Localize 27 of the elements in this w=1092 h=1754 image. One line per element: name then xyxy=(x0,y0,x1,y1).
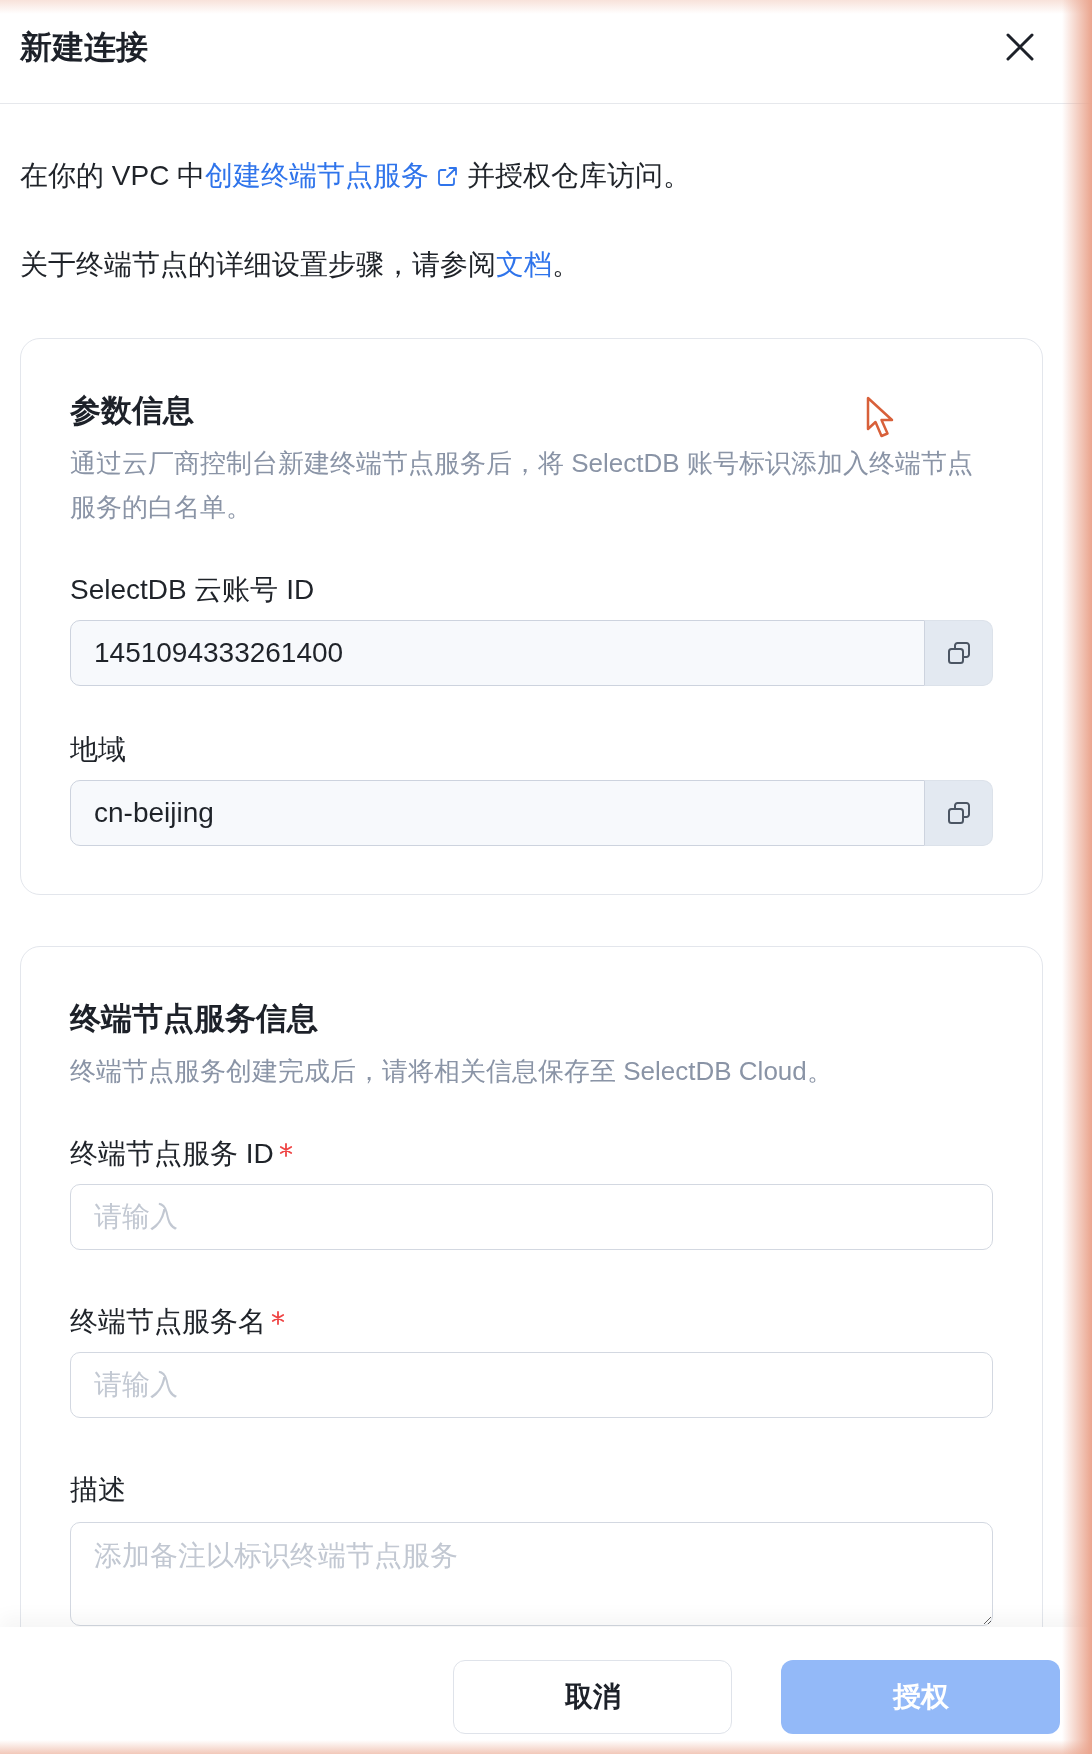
copy-button[interactable] xyxy=(925,780,993,846)
section-description: 通过云厂商控制台新建终端节点服务后，将 SelectDB 账号标识添加入终端节点服务的白名单。 xyxy=(70,447,974,524)
close-icon xyxy=(1005,32,1035,62)
copy-button[interactable] xyxy=(925,620,993,686)
inline-link[interactable]: 创建终端节点服务 xyxy=(205,154,459,198)
readonly-field[interactable]: cn-beijing xyxy=(70,780,925,846)
field-label: 描述 xyxy=(70,1473,126,1507)
intro-text: 在你的 VPC 中创建终端节点服务 并授权仓库访问。 xyxy=(20,154,1043,198)
section-description: 终端节点服务创建完成后，请将相关信息保存至 SelectDB Cloud。 xyxy=(70,1055,834,1088)
copy-icon xyxy=(947,642,970,664)
readonly-field[interactable]: 1451094333261400 xyxy=(70,620,925,686)
inline-link[interactable]: 文档 xyxy=(496,243,552,287)
description-field[interactable]: 添加备注以标识终端节点服务 xyxy=(70,1522,993,1626)
field-label: 终端节点服务 ID xyxy=(70,1137,274,1171)
text-input-field[interactable]: 请输入 xyxy=(70,1184,993,1250)
mouse-pointer-icon xyxy=(866,396,896,438)
field-label: 地域 xyxy=(70,733,126,767)
copy-icon xyxy=(947,802,970,824)
intro-text: 关于终端节点的详细设置步骤，请参阅文档。 xyxy=(20,243,1043,287)
field-label: SelectDB 云账号 ID xyxy=(70,573,315,607)
close-button[interactable] xyxy=(1005,32,1035,62)
field-label: 终端节点服务名 xyxy=(70,1305,266,1339)
text-input-field[interactable]: 请输入 xyxy=(70,1352,993,1418)
dialog-title: 新建连接 xyxy=(20,28,148,67)
section-title: 终端节点服务信息 xyxy=(70,1000,318,1038)
section-title: 参数信息 xyxy=(70,392,194,430)
cancel-button[interactable]: 取消 xyxy=(453,1660,732,1734)
